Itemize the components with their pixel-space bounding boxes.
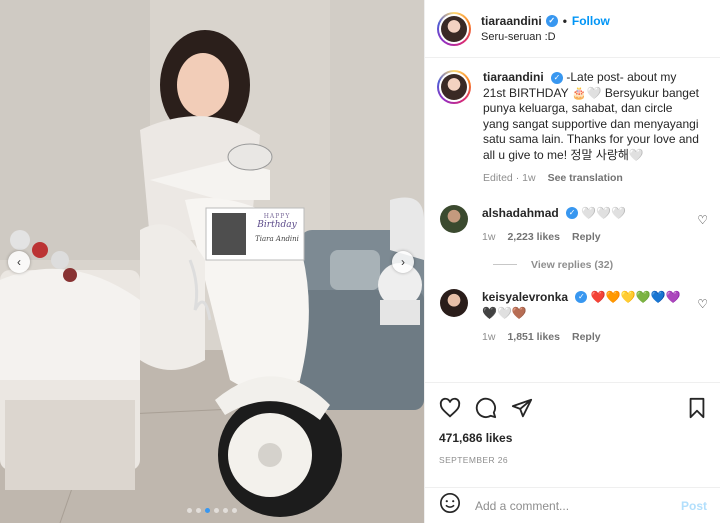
reply-button[interactable]: Reply	[572, 329, 601, 345]
card-text: HAPPY Birthday Tiara Andini	[252, 213, 302, 243]
view-replies-button[interactable]: View replies (32)	[493, 259, 708, 271]
caption-time[interactable]: 1w	[522, 172, 535, 184]
comment-icon[interactable]	[475, 397, 497, 424]
card-birthday: Birthday	[257, 220, 297, 230]
avatar[interactable]	[440, 288, 468, 317]
carousel-dot	[196, 508, 201, 513]
verified-icon: ✓	[551, 71, 564, 84]
verified-icon: ✓	[575, 291, 588, 304]
carousel-dot-active	[205, 508, 210, 513]
post-date[interactable]: SEPTEMBER 26	[425, 445, 720, 465]
comment-likes[interactable]: 2,223 likes	[507, 229, 560, 245]
chevron-right-icon[interactable]: ›	[392, 251, 414, 273]
comment-input[interactable]	[475, 498, 665, 513]
chevron-left-icon[interactable]: ‹	[8, 251, 30, 273]
carousel-dot	[223, 508, 228, 513]
share-icon[interactable]	[511, 397, 533, 424]
carousel-dot	[214, 508, 219, 513]
caption-username[interactable]: tiaraandini	[483, 70, 544, 84]
follow-button[interactable]: Follow	[572, 14, 610, 28]
bookmark-icon[interactable]	[687, 397, 707, 424]
see-translation-button[interactable]: See translation	[548, 171, 623, 187]
avatar[interactable]	[437, 70, 471, 104]
comment-like-heart-icon[interactable]: ♡	[697, 297, 708, 311]
replies-line	[493, 264, 517, 265]
comment-item: alshadahmad ✓ 🤍🤍🤍 1w 2,223 likes Reply ♡	[437, 204, 708, 245]
post-image	[0, 0, 424, 523]
carousel-dot	[187, 508, 192, 513]
header-username[interactable]: tiaraandini	[481, 14, 542, 28]
card-happy: HAPPY	[263, 213, 291, 220]
verified-icon: ✓	[566, 207, 579, 220]
avatar-image	[441, 74, 467, 100]
carousel-dot	[232, 508, 237, 513]
post-button[interactable]: Post	[681, 499, 707, 513]
comment-time[interactable]: 1w	[482, 329, 495, 345]
post-photo[interactable]: HAPPY Birthday Tiara Andini ‹ ›	[0, 0, 424, 523]
avatar-image	[441, 15, 467, 42]
post-actions: 471,686 likes SEPTEMBER 26 Post	[425, 382, 720, 522]
verified-icon: ✓	[545, 15, 558, 27]
card-name: Tiara Andini	[255, 235, 299, 243]
carousel-dots	[0, 508, 424, 513]
comment-text: 🤍🤍🤍	[581, 205, 627, 220]
post-header: tiaraandini ✓ • Follow Seru-seruan :D	[425, 0, 720, 58]
comment-username[interactable]: keisyalevronka	[482, 290, 568, 304]
reply-button[interactable]: Reply	[572, 229, 601, 245]
comment-like-heart-icon[interactable]: ♡	[697, 213, 708, 227]
likes-count[interactable]: 471,686 likes	[425, 425, 720, 445]
add-comment-bar: Post	[425, 487, 720, 523]
caption-edited: Edited	[483, 172, 513, 184]
heart-icon[interactable]	[439, 397, 461, 424]
header-separator: •	[562, 14, 567, 28]
comment-username[interactable]: alshadahmad	[482, 206, 559, 220]
avatar[interactable]	[437, 11, 471, 46]
post-panel: tiaraandini ✓ • Follow Seru-seruan :D ti…	[424, 0, 720, 523]
comment-time[interactable]: 1w	[482, 229, 495, 245]
view-replies-label[interactable]: View replies (32)	[531, 259, 613, 271]
comment-item: keisyalevronka ✓ ❤️🧡💛💚💙💜🖤🤍🤎 1w 1,851 lik…	[437, 288, 708, 345]
comments-section[interactable]: tiaraandini ✓ -Late post- about my 21st …	[425, 58, 720, 380]
comment-likes[interactable]: 1,851 likes	[507, 329, 560, 345]
caption: tiaraandini ✓ -Late post- about my 21st …	[437, 70, 708, 187]
emoji-icon[interactable]	[439, 492, 461, 519]
header-subtitle[interactable]: Seru-seruan :D	[481, 31, 610, 43]
avatar[interactable]	[440, 204, 468, 233]
